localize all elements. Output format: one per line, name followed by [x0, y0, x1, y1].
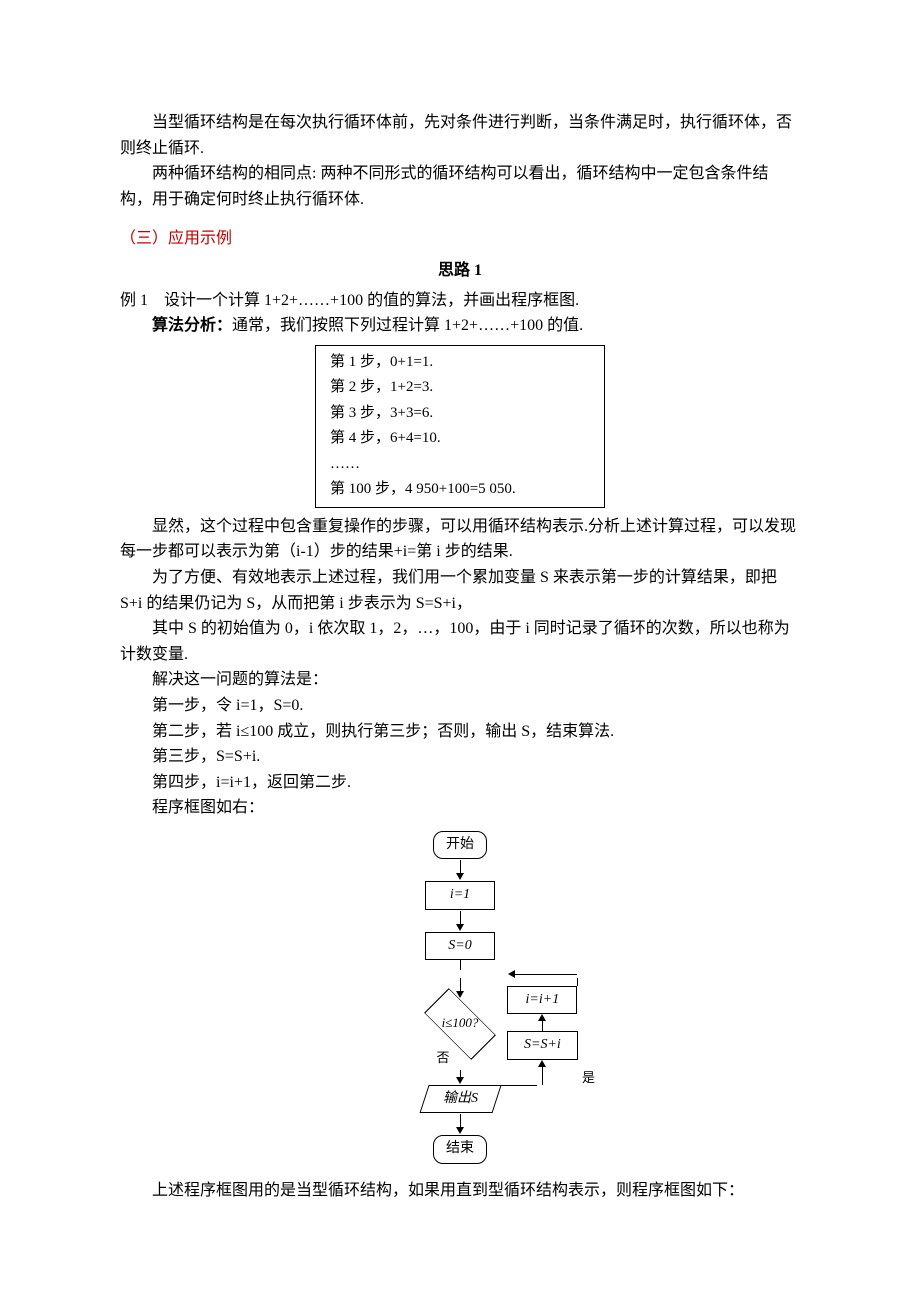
- fc-yes-label: 是: [582, 1068, 595, 1089]
- algo-step4: 第四步，i=i+1，返回第二步.: [120, 770, 800, 796]
- step-3: 第 3 步，3+3=6.: [330, 401, 590, 427]
- fc-output-label: 输出S: [443, 1088, 478, 1110]
- analysis-label: 算法分析：: [152, 317, 232, 334]
- fc-init-i: i=1: [425, 881, 495, 909]
- body-p3: 其中 S 的初始值为 0，i 依次取 1，2，…，100，由于 i 同时记录了循…: [120, 616, 800, 667]
- section-heading-examples: （三）应用示例: [120, 226, 800, 252]
- analysis-text: 通常，我们按照下列过程计算 1+2+……+100 的值.: [232, 317, 583, 334]
- analysis-line: 算法分析：通常，我们按照下列过程计算 1+2+……+100 的值.: [120, 313, 800, 339]
- example-1-title: 例 1 设计一个计算 1+2+……+100 的值的算法，并画出程序框图.: [120, 288, 800, 314]
- body-p2: 为了方便、有效地表示上述过程，我们用一个累加变量 S 来表示第一步的计算结果，即…: [120, 565, 800, 616]
- train-heading: 思路 1: [120, 258, 800, 284]
- conclusion: 上述程序框图用的是当型循环结构，如果用直到型循环结构表示，则程序框图如下：: [120, 1178, 800, 1204]
- arrow-icon: [456, 1070, 464, 1084]
- flowchart: 开始 i=1 S=0 i≤100? 是: [120, 831, 800, 1164]
- algo-step2: 第二步，若 i≤100 成立，则执行第三步；否则，输出 S，结束算法.: [120, 719, 800, 745]
- fc-output: 输出S: [419, 1085, 501, 1113]
- algo-step1: 第一步，令 i=1，S=0.: [120, 693, 800, 719]
- step-dots: ……: [330, 452, 590, 478]
- arrow-icon: [456, 911, 464, 931]
- body-p5: 程序框图如右：: [120, 795, 800, 821]
- body-p1: 显然，这个过程中包含重复操作的步骤，可以用循环结构表示.分析上述计算过程，可以发…: [120, 514, 800, 565]
- step-2: 第 2 步，1+2=3.: [330, 375, 590, 401]
- step-4: 第 4 步，6+4=10.: [330, 426, 590, 452]
- fc-loop: i≤100? 是 i=i+1 S=S+i: [415, 960, 505, 1048]
- fc-cond-label: i≤100?: [442, 1013, 479, 1034]
- fc-no-label: 否: [436, 1048, 449, 1069]
- step-100: 第 100 步，4 950+100=5 050.: [330, 477, 590, 503]
- algo-step3: 第三步，S=S+i.: [120, 744, 800, 770]
- arrow-icon: [456, 860, 464, 880]
- paragraph-pre-check: 当型循环结构是在每次执行循环体前，先对条件进行判断，当条件满足时，执行循环体，否…: [120, 110, 800, 161]
- fc-decision: i≤100?: [415, 998, 505, 1048]
- body-p4: 解决这一问题的算法是：: [120, 667, 800, 693]
- fc-acc: S=S+i: [507, 1031, 578, 1059]
- fc-inc-i: i=i+1: [507, 986, 577, 1014]
- arrow-icon: [456, 1114, 464, 1134]
- steps-box: 第 1 步，0+1=1. 第 2 步，1+2=3. 第 3 步，3+3=6. 第…: [315, 345, 605, 508]
- paragraph-commonality: 两种循环结构的相同点: 两种不同形式的循环结构可以看出，循环结构中一定包含条件结…: [120, 161, 800, 212]
- fc-end: 结束: [433, 1135, 487, 1163]
- fc-init-s: S=0: [425, 932, 495, 960]
- fc-start: 开始: [433, 831, 487, 859]
- arrowhead-left-icon: [508, 970, 515, 978]
- step-1: 第 1 步，0+1=1.: [330, 350, 590, 376]
